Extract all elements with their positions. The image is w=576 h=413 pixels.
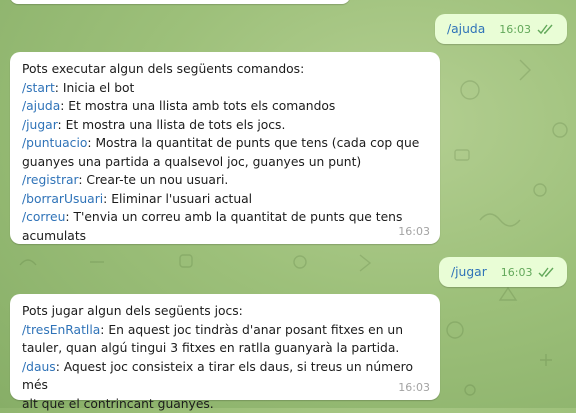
games-intro: Pots jugar algun dels següents jocs: [22, 302, 428, 321]
previous-message-bubble [10, 0, 350, 4]
help-intro: Pots executar algun dels següents comand… [22, 60, 428, 79]
game-link-tresenratlla[interactable]: /tresEnRatlla [22, 323, 100, 337]
command-description: : Et mostra una llista de tots els jocs. [58, 118, 286, 132]
command-link-ajuda[interactable]: /ajuda [22, 99, 60, 113]
command-description: : Inicia el bot [55, 81, 135, 95]
game-description-continued: alt que el contrincant guanyes. [22, 395, 428, 413]
command-description: : Et mostra una llista amb tots els coma… [60, 99, 335, 113]
game-description-continued: tauler, quan algú tingui 3 fitxes en rat… [22, 339, 428, 358]
command-description-continued: acumulats [22, 227, 428, 246]
outgoing-message-jugar[interactable]: /jugar 16:03 [439, 257, 567, 287]
outgoing-message-ajuda[interactable]: /ajuda 16:03 [435, 14, 567, 44]
command-link-registrar[interactable]: /registrar [22, 173, 78, 187]
command-link-borrarusuari[interactable]: /borrarUsuari [22, 192, 103, 206]
command-description: : Eliminar l'usuari actual [103, 192, 252, 206]
command-description: : Crear-te un nou usuari. [78, 173, 228, 187]
double-check-icon [537, 23, 555, 35]
game-link-daus[interactable]: /daus [22, 360, 56, 374]
games-message-bubble: Pots jugar algun dels següents jocs: /tr… [10, 294, 440, 400]
command-link-jugar[interactable]: /jugar [22, 118, 58, 132]
message-time: 16:03 [398, 225, 430, 238]
message-time: 16:03 [499, 23, 531, 36]
outgoing-command-text[interactable]: /ajuda [447, 22, 485, 36]
command-description-continued: guanyes una partida a qualsevol joc, gua… [22, 153, 428, 172]
help-message-bubble: Pots executar algun dels següents comand… [10, 52, 440, 244]
command-link-correu[interactable]: /correu [22, 210, 65, 224]
command-link-puntuacio[interactable]: /puntuacio [22, 136, 87, 150]
message-time: 16:03 [398, 381, 430, 394]
message-time: 16:03 [501, 266, 533, 279]
double-check-icon [538, 266, 556, 278]
command-link-start[interactable]: /start [22, 81, 55, 95]
game-description: : Aquest joc consisteix a tirar els daus… [22, 360, 417, 393]
command-description: : Mostra la quantitat de punts que tens … [87, 136, 419, 150]
outgoing-command-text[interactable]: /jugar [451, 265, 487, 279]
game-description: : En aquest joc tindràs d'anar posant fi… [100, 323, 403, 337]
command-description: : T'envia un correu amb la quantitat de … [65, 210, 402, 224]
